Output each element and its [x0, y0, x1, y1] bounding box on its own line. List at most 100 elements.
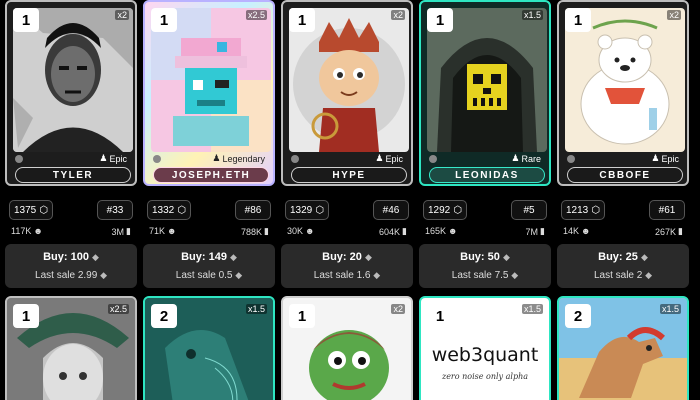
- user-icon: ♟: [375, 153, 384, 163]
- rank-badge: 1: [13, 8, 39, 32]
- users-icon: ☻: [448, 226, 458, 236]
- card-metrics: 165K ☻ 7M ▮: [425, 226, 545, 238]
- rank-badge: 2: [151, 304, 177, 328]
- multiplier-badge: x2: [391, 304, 405, 314]
- eth-icon: ◆: [373, 270, 381, 280]
- multiplier-badge: x2: [391, 10, 405, 20]
- holders-count: 165K: [425, 226, 447, 236]
- hexagon-icon: ⬡: [591, 204, 600, 216]
- card-stats: 1292 ⬡ #5: [423, 200, 547, 220]
- buy-button[interactable]: Buy: 25 ◆ Last sale 2 ◆: [557, 244, 689, 288]
- rarity-label: ♟ Rare: [511, 153, 541, 164]
- buy-price: Buy: 100: [43, 251, 89, 263]
- card-grid: 1 x2 ♟ Epic TYLER 1375 ⬡ #33 117K ☻ 3M ▮ Buy…: [0, 0, 700, 400]
- card-frame[interactable]: 1 x2.5: [5, 296, 137, 400]
- multiplier-badge: x1.5: [245, 304, 267, 314]
- card-frame[interactable]: 1 x2.5 ♟ Legendary JOSEPH.ETH: [143, 0, 275, 186]
- multiplier-badge: x2: [115, 10, 129, 20]
- card-stats: 1213 ⬡ #61: [561, 200, 685, 220]
- card-metrics: 30K ☻ 604K ▮: [287, 226, 407, 238]
- last-sale: Last sale 0.5: [175, 270, 233, 281]
- eth-icon: ◆: [100, 270, 107, 280]
- eth-icon: ◆: [502, 252, 510, 262]
- hexagon-icon: ⬡: [453, 204, 462, 216]
- buy-button[interactable]: Buy: 100 ◆ Last sale 2.99 ◆: [5, 244, 137, 288]
- card-frame[interactable]: 1 x2 ♟ Epic TYLER: [5, 0, 137, 186]
- users-icon: ☻: [33, 226, 43, 236]
- last-sale: Last sale 7.5: [451, 270, 509, 281]
- rank-number-pill: #61: [649, 200, 685, 220]
- buy-button[interactable]: Buy: 50 ◆ Last sale 7.5 ◆: [419, 244, 551, 288]
- card-name: HYPE: [291, 167, 407, 183]
- bar-chart-icon: ▮: [126, 226, 131, 236]
- bar-chart-icon: ▮: [264, 226, 269, 236]
- card-stats: 1375 ⬡ #33: [9, 200, 133, 220]
- eth-icon: ◆: [235, 270, 243, 280]
- card-frame[interactable]: web3quant zero noise only alpha 1 x1.5: [419, 296, 551, 400]
- buy-button[interactable]: Buy: 149 ◆ Last sale 0.5 ◆: [143, 244, 275, 288]
- eth-icon: ◆: [640, 252, 648, 262]
- card-name: JOSEPH.ETH: [153, 167, 269, 183]
- multiplier-badge: x2.5: [107, 304, 129, 314]
- card-metrics: 117K ☻ 3M ▮: [11, 226, 131, 238]
- holders-count: 117K: [11, 226, 32, 236]
- last-sale: Last sale 2.99: [35, 270, 98, 281]
- card-frame[interactable]: 1 x1.5 ♟ Rare LEONIDAS: [419, 0, 551, 186]
- rank-number-pill: #5: [511, 200, 547, 220]
- rank-badge: 1: [151, 8, 177, 32]
- score-pill: 1332 ⬡: [147, 200, 191, 220]
- eth-icon: ◆: [645, 270, 653, 280]
- bar-chart-icon: ▮: [540, 226, 545, 236]
- status-dot: [291, 155, 299, 163]
- buy-price: Buy: 25: [598, 251, 638, 263]
- volume-count: 788K: [241, 226, 263, 237]
- rarity-label: ♟ Epic: [651, 153, 679, 164]
- card-stats: 1332 ⬡ #86: [147, 200, 271, 220]
- brand-subtitle: zero noise only alpha: [441, 372, 528, 381]
- rank-badge: 1: [427, 304, 453, 328]
- status-dot: [15, 155, 23, 163]
- last-sale: Last sale 1.6: [313, 270, 371, 281]
- multiplier-badge: x2: [667, 10, 681, 20]
- hexagon-icon: ⬡: [315, 204, 324, 216]
- user-icon: ♟: [212, 153, 221, 163]
- user-icon: ♟: [651, 153, 660, 163]
- rank-badge: 1: [289, 8, 315, 32]
- eth-icon: ◆: [364, 252, 372, 262]
- rank-badge: 1: [427, 8, 453, 32]
- status-dot: [153, 155, 161, 163]
- last-sale: Last sale 2: [593, 270, 643, 281]
- status-dot: [429, 155, 437, 163]
- card-frame[interactable]: 2 x1.5: [143, 296, 275, 400]
- holders-count: 14K: [563, 226, 580, 236]
- card-frame[interactable]: 1 x2 ♟ Epic CBBOFE: [557, 0, 689, 186]
- card-frame[interactable]: 1 x2 ♟ Epic HYPE: [281, 0, 413, 186]
- buy-button[interactable]: Buy: 20 ◆ Last sale 1.6 ◆: [281, 244, 413, 288]
- hexagon-icon: ⬡: [177, 204, 186, 216]
- card-name: CBBOFE: [567, 167, 683, 183]
- card-frame[interactable]: 2 x1.5: [557, 296, 689, 400]
- holders-count: 30K: [287, 226, 304, 236]
- card-metrics: 14K ☻ 267K ▮: [563, 226, 683, 238]
- users-icon: ☻: [167, 226, 177, 236]
- user-icon: ♟: [511, 153, 520, 163]
- card-stats: 1329 ⬡ #46: [285, 200, 409, 220]
- rank-number-pill: #46: [373, 200, 409, 220]
- rarity-label: ♟ Epic: [99, 153, 127, 164]
- multiplier-badge: x1.5: [521, 304, 543, 314]
- card-frame[interactable]: 1 x2: [281, 296, 413, 400]
- holders-count: 71K: [149, 226, 166, 236]
- users-icon: ☻: [305, 226, 315, 236]
- eth-icon: ◆: [92, 252, 99, 262]
- brand-title: web3quant: [431, 344, 539, 366]
- score-pill: 1213 ⬡: [561, 200, 605, 220]
- rank-badge: 1: [289, 304, 315, 328]
- buy-price: Buy: 20: [322, 251, 362, 263]
- eth-icon: ◆: [511, 270, 519, 280]
- rank-badge: 1: [565, 8, 591, 32]
- bar-chart-icon: ▮: [402, 226, 407, 236]
- score-pill: 1292 ⬡: [423, 200, 467, 220]
- buy-price: Buy: 50: [460, 251, 500, 263]
- hexagon-icon: ⬡: [39, 204, 48, 216]
- volume-count: 7M: [525, 226, 539, 237]
